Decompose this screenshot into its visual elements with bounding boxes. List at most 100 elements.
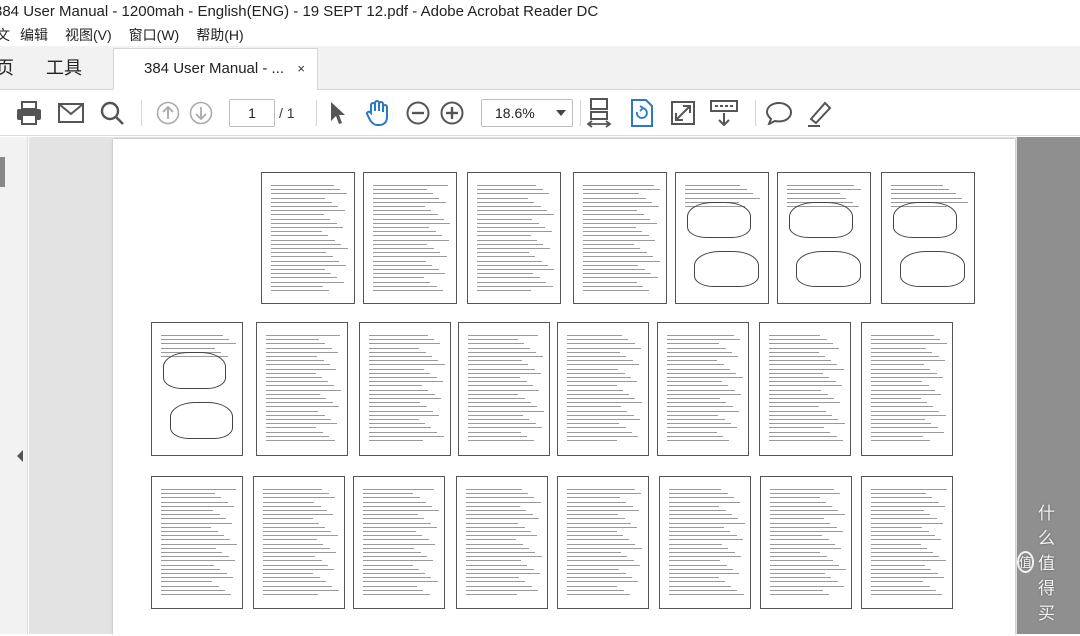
- zoom-out-icon[interactable]: [403, 98, 433, 128]
- text-line: [583, 197, 646, 199]
- text-line: [567, 510, 639, 511]
- text-line: [477, 281, 547, 283]
- text-line: [468, 440, 534, 441]
- mail-icon[interactable]: [56, 98, 86, 128]
- text-line: [363, 577, 432, 579]
- text-line: [769, 335, 821, 336]
- text-line: [468, 339, 518, 341]
- document-viewport[interactable]: [29, 137, 1080, 636]
- text-line: [271, 256, 333, 258]
- text-line: [871, 522, 943, 524]
- text-line: [369, 339, 434, 341]
- page-thumbnail: [458, 322, 550, 456]
- text-line: [363, 585, 417, 587]
- text-line: [871, 427, 938, 429]
- text-line: [363, 564, 413, 566]
- text-line: [161, 343, 236, 345]
- text-line: [669, 526, 724, 528]
- search-icon[interactable]: [97, 98, 127, 128]
- text-line: [871, 414, 946, 416]
- menu-view[interactable]: 视图(V): [55, 24, 119, 46]
- text-line: [769, 406, 820, 408]
- text-line: [669, 501, 741, 503]
- text-line: [669, 505, 720, 507]
- zoom-level-select[interactable]: 18.6%: [481, 99, 573, 127]
- text-line: [769, 351, 819, 353]
- fullscreen-icon[interactable]: [668, 98, 698, 128]
- text-line: [271, 285, 323, 287]
- panel-grip[interactable]: [0, 157, 5, 187]
- text-line: [263, 539, 317, 541]
- text-line: [477, 210, 548, 212]
- text-line: [770, 505, 833, 507]
- text-line: [871, 547, 927, 549]
- text-line: [161, 556, 229, 558]
- text-line: [271, 252, 327, 254]
- text-line: [266, 393, 320, 395]
- text-line: [669, 531, 731, 532]
- page-thumbnail: [657, 322, 749, 456]
- text-line: [373, 269, 439, 270]
- text-line: [477, 214, 554, 216]
- close-tab-icon[interactable]: ×: [297, 49, 305, 89]
- text-line: [466, 577, 520, 579]
- text-line: [466, 573, 540, 574]
- highlight-icon[interactable]: [804, 98, 834, 128]
- text-line: [263, 552, 336, 553]
- text-line: [373, 193, 433, 195]
- text-line: [871, 398, 921, 399]
- text-line: [477, 252, 529, 254]
- menu-window[interactable]: 窗口(W): [119, 24, 187, 46]
- page-thumbnail: [151, 322, 243, 456]
- tab-document[interactable]: 384 User Manual - ... ×: [113, 48, 318, 91]
- text-line: [363, 518, 425, 520]
- rotate-icon[interactable]: [627, 98, 657, 128]
- select-cursor-icon[interactable]: [322, 98, 352, 128]
- text-line: [669, 543, 723, 545]
- prev-page-icon[interactable]: [153, 98, 183, 128]
- text-line: [567, 431, 632, 433]
- zoom-in-icon[interactable]: [437, 98, 467, 128]
- text-line: [271, 239, 335, 241]
- text-line: [770, 493, 841, 495]
- expand-panel-icon[interactable]: [17, 450, 23, 462]
- page-number-input[interactable]: 1: [229, 99, 275, 127]
- text-line: [583, 210, 638, 212]
- menu-file[interactable]: 文件(F): [0, 24, 10, 46]
- text-line: [769, 431, 831, 433]
- text-line: [583, 277, 658, 279]
- text-line: [161, 547, 216, 549]
- text-line: [363, 556, 427, 558]
- fit-page-icon[interactable]: [584, 98, 614, 128]
- text-line: [770, 556, 827, 558]
- text-line: [770, 564, 840, 566]
- menu-edit[interactable]: 编辑: [10, 24, 55, 46]
- tab-home[interactable]: 页: [0, 46, 14, 90]
- page-thumbnail: [777, 172, 871, 304]
- scroll-mode-icon[interactable]: [709, 98, 739, 128]
- text-line: [373, 185, 448, 186]
- hand-icon[interactable]: [363, 98, 393, 128]
- text-line: [161, 594, 232, 595]
- text-line: [871, 356, 939, 357]
- page-thumbnail: [151, 476, 243, 609]
- next-page-icon[interactable]: [186, 98, 216, 128]
- comment-icon[interactable]: [764, 98, 794, 128]
- text-line: [161, 581, 213, 583]
- text-line: [466, 497, 535, 499]
- text-line: [373, 273, 445, 275]
- text-line: [466, 526, 525, 528]
- text-line: [161, 585, 219, 587]
- print-icon[interactable]: [14, 98, 44, 128]
- page-thumbnail: [759, 322, 851, 456]
- menu-help[interactable]: 帮助(H): [186, 24, 250, 46]
- text-line: [669, 489, 722, 490]
- text-line: [468, 398, 525, 399]
- text-line: [871, 360, 945, 362]
- text-line: [770, 573, 825, 574]
- text-line: [369, 360, 439, 362]
- text-line: [871, 489, 947, 490]
- text-line: [567, 589, 624, 591]
- text-line: [466, 552, 536, 553]
- tab-tools[interactable]: 工具: [46, 46, 82, 90]
